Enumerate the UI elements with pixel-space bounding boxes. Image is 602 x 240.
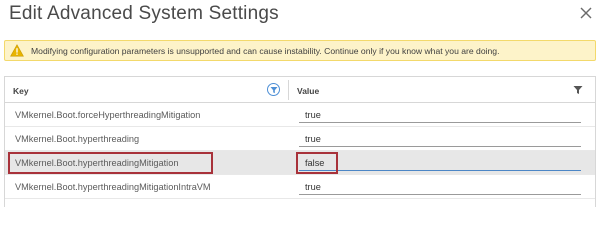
setting-value-input[interactable] — [299, 179, 581, 195]
warning-icon — [10, 44, 24, 57]
filter-icon[interactable] — [267, 83, 280, 96]
table-row[interactable]: VMkernel.Boot.hyperthreading — [5, 127, 595, 151]
close-icon[interactable] — [577, 4, 595, 22]
dialog-title: Edit Advanced System Settings — [9, 3, 279, 24]
setting-value-input[interactable] — [299, 131, 581, 147]
grid-header: Key Value — [5, 77, 595, 103]
setting-key: VMkernel.Boot.hyperthreading — [15, 134, 140, 144]
setting-value-input[interactable] — [299, 107, 581, 123]
warning-text: Modifying configuration parameters is un… — [31, 45, 500, 56]
column-header-key[interactable]: Key — [13, 86, 29, 96]
highlight-box — [296, 152, 338, 174]
filter-icon[interactable] — [573, 85, 583, 95]
setting-key: VMkernel.Boot.forceHyperthreadingMitigat… — [15, 110, 201, 120]
column-divider[interactable] — [288, 80, 289, 100]
table-row[interactable]: VMkernel.Boot.hyperthreadingMitigationIn… — [5, 175, 595, 199]
setting-key: VMkernel.Boot.hyperthreadingMitigation — [15, 158, 179, 168]
setting-key: VMkernel.Boot.hyperthreadingMitigationIn… — [15, 182, 211, 192]
warning-banner: Modifying configuration parameters is un… — [4, 40, 596, 61]
table-row[interactable]: VMkernel.Boot.forceHyperthreadingMitigat… — [5, 103, 595, 127]
edit-advanced-settings-dialog: Edit Advanced System Settings Modifying … — [0, 0, 602, 207]
column-header-value[interactable]: Value — [297, 86, 319, 96]
table-row-selected[interactable]: VMkernel.Boot.hyperthreadingMitigation — [5, 151, 595, 175]
settings-grid: Key Value VMkernel.Boot.forceHyperthread… — [4, 76, 596, 207]
setting-value-input[interactable] — [299, 155, 581, 171]
